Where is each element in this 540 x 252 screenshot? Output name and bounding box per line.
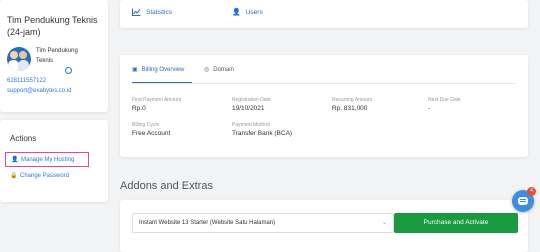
chevron-down-icon: ⌄ [381,220,387,226]
users-label: Users [245,8,263,16]
agent-avatar [7,47,31,71]
field-value: Transfer Bank (BCA) [232,130,293,137]
first-payment-field: First Payment Amount Rp.0 [132,96,181,113]
chat-widget-button[interactable]: 4 [512,187,536,212]
support-card: Tim Pendukung Teknis (24-jam) Tim Penduk… [0,0,108,112]
tab-domain[interactable]: ◎ Domain [204,65,234,83]
change-password-label: Change Password [20,172,70,179]
next-due-date-field: Next Due Date - [428,96,461,113]
actions-card: Actions 👤 Manage My Hosting 🔒 Change Pas… [0,120,108,202]
registration-date-field: Registration Date 19/10/2021 [232,96,271,113]
support-phone-link[interactable]: 628111557122 [7,76,108,86]
field-label: Next Due Date [428,97,461,103]
user-icon: 👤 [232,9,241,16]
purchase-activate-button[interactable]: Purchase and Activate [394,213,518,233]
quick-links-card: Statistics 👤 Users [120,0,528,28]
tab-divider [132,83,516,84]
change-password-link[interactable]: 🔒 Change Password [5,168,89,183]
statistics-link[interactable]: Statistics [132,8,172,16]
manage-hosting-link[interactable]: 👤 Manage My Hosting [5,152,89,167]
support-email-link[interactable]: support@exabytes.co.id [7,86,108,96]
actions-title: Actions [10,134,37,143]
lock-icon: 🔒 [10,173,18,179]
field-label: Billing Cycle [132,122,160,128]
field-label: Payment Method [232,122,270,128]
field-label: First Payment Amount [132,97,182,103]
tab-billing-overview-label: Billing Overview [141,67,185,73]
manage-hosting-label: Manage My Hosting [21,156,75,163]
field-label: Registration Date [232,97,271,103]
addon-select[interactable]: Instant Website 13 Starter (Website Satu… [132,213,394,233]
field-value: Rp.0 [132,105,146,112]
billing-icon: ▣ [132,67,138,73]
billing-cycle-field: Billing Cycle Free Account [132,121,170,138]
billing-card: ▣ Billing Overview ◎ Domain First Paymen… [120,55,528,157]
field-value: 19/10/2021 [232,105,265,112]
field-value: - [428,105,431,112]
field-value: Free Account [132,130,171,137]
addon-selected-value: Instant Website 13 Starter (Website Satu… [139,220,276,226]
users-link[interactable]: 👤 Users [232,8,263,17]
field-label: Recurring Amount [332,97,373,103]
support-agent: Tim Pendukung Teknis [7,46,108,74]
chat-icon [518,197,528,205]
addons-title: Addons and Extras [120,180,213,192]
notification-badge: 4 [527,187,536,196]
user-icon: 👤 [11,157,19,163]
tab-billing-overview[interactable]: ▣ Billing Overview [132,65,192,83]
globe-icon: ◎ [204,67,210,73]
recurring-amount-field: Recurring Amount Rp. 831,000 [332,96,372,113]
tab-domain-label: Domain [213,67,234,73]
addons-card: Instant Website 13 Starter (Website Satu… [120,200,528,252]
field-value: Rp. 831,000 [332,105,368,112]
payment-method-field: Payment Method Transfer Bank (BCA) [232,121,292,138]
whatsapp-icon[interactable] [65,67,72,74]
statistics-label: Statistics [146,8,173,16]
agent-name: Tim Pendukung Teknis [36,48,78,64]
billing-tabs: ▣ Billing Overview ◎ Domain [132,65,234,83]
chart-line-icon [132,8,141,16]
support-title: Tim Pendukung Teknis (24-jam) [7,15,98,37]
